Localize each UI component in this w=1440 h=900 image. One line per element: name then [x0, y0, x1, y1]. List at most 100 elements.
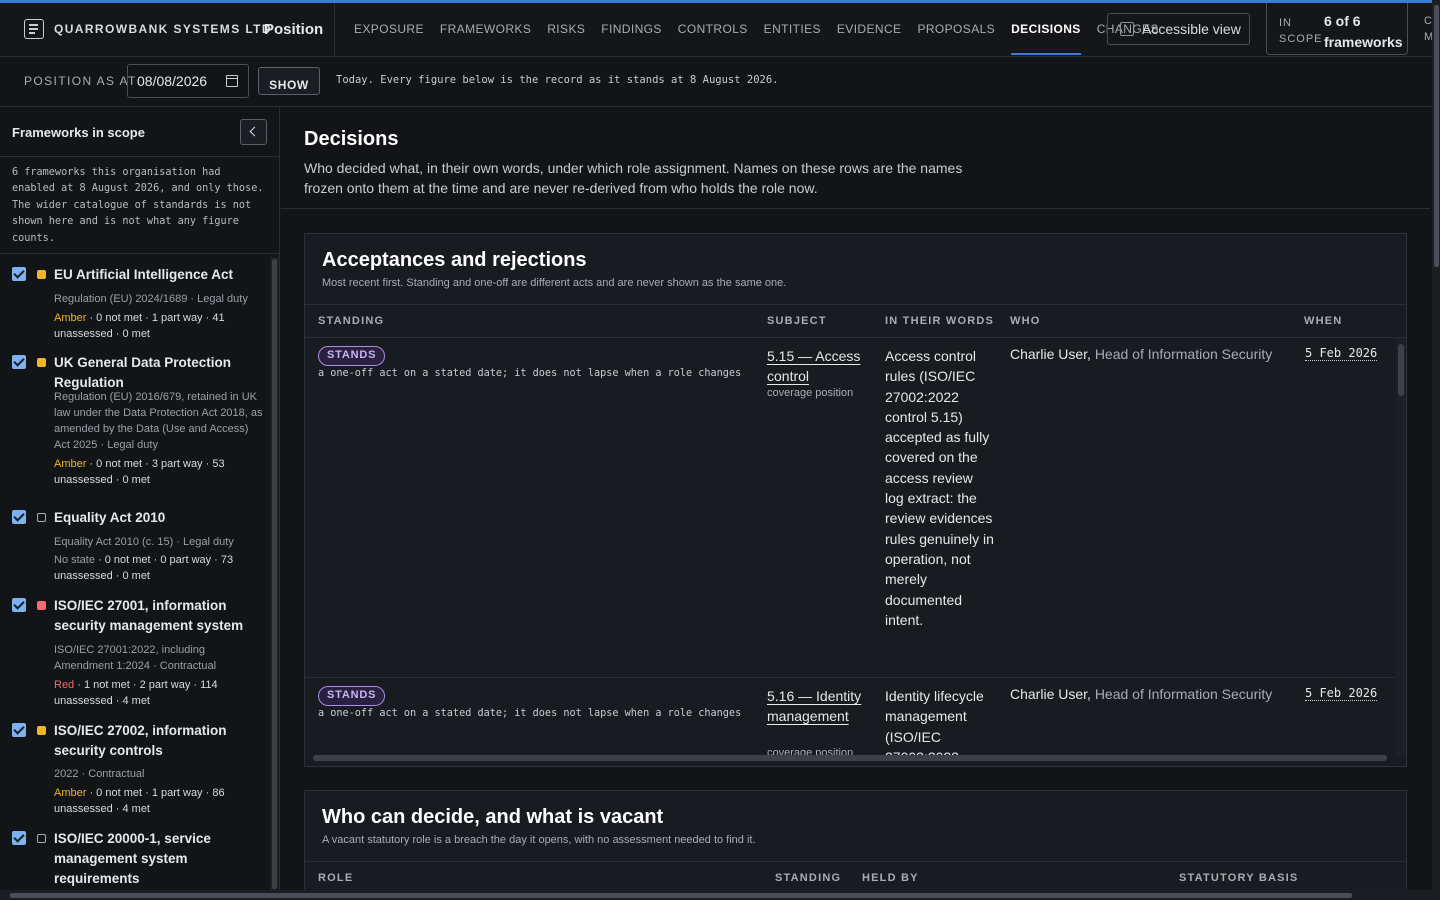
nav-evidence[interactable]: EVIDENCE [837, 3, 902, 57]
column-header: IN THEIR WORDS [885, 315, 995, 327]
decision-date[interactable]: 5 Feb 2026 [1305, 686, 1378, 701]
framework-name: Equality Act 2010 [54, 510, 166, 525]
table-horizontal-scrollbar[interactable] [313, 755, 1387, 761]
column-header: STANDING [775, 872, 842, 884]
column-header: SUBJECT [767, 315, 827, 327]
framework-name: ISO/IEC 27002, information security cont… [54, 723, 227, 758]
decider: Charlie User, Head of Information Securi… [1010, 346, 1273, 362]
table-scrollbar-thumb[interactable] [1398, 344, 1404, 396]
position-label: POSITION AS AT [24, 74, 137, 88]
subject-link[interactable]: 5.15 — Access control [767, 346, 867, 386]
page-scrollbar-thumb[interactable] [1434, 5, 1439, 267]
nav-controls[interactable]: CONTROLS [678, 3, 748, 57]
table-row: STANDS a one-off act on a stated date; i… [305, 677, 1395, 755]
decision-date[interactable]: 5 Feb 2026 [1305, 346, 1378, 361]
framework-checkbox[interactable] [12, 355, 26, 369]
table-row: STANDS a one-off act on a stated date; i… [305, 338, 1395, 677]
framework-sub: ISO/IEC 27001:2022, including Amendment … [54, 644, 217, 672]
column-header: ROLE [318, 872, 354, 884]
divider [334, 3, 335, 57]
table-body: STANDS a one-off act on a stated date; i… [305, 338, 1395, 755]
framework-stats: Amber · 0 not met · 1 part way · 41 unas… [54, 312, 225, 340]
column-header: HELD BY [862, 872, 919, 884]
accessible-view-checkbox[interactable] [1120, 22, 1134, 36]
nav-frameworks[interactable]: FRAMEWORKS [440, 3, 531, 57]
section-description: Who decided what, in their own words, un… [304, 160, 963, 196]
brand-name: QUARROWBANK SYSTEMS LTD [54, 22, 272, 36]
main-nav: EXPOSURE FRAMEWORKS RISKS FINDINGS CONTR… [354, 3, 1159, 57]
framework-sub: Regulation (EU) 2016/679, retained in UK… [54, 391, 263, 451]
nav-proposals[interactable]: PROPOSALS [917, 3, 995, 57]
status-square-icon [37, 601, 46, 610]
section-title: Decisions [304, 128, 399, 150]
nav-findings[interactable]: FINDINGS [601, 3, 662, 57]
document-icon [24, 19, 44, 39]
table-scrollbar[interactable] [1396, 338, 1406, 755]
nav-entities[interactable]: ENTITIES [764, 3, 821, 57]
accessible-view-label: Accessible view [1142, 21, 1241, 37]
position-bar: POSITION AS AT 08/08/2026 SHOW Today. Ev… [0, 57, 1432, 107]
panel-title: Who can decide, and what is vacant [322, 806, 664, 828]
framework-stats: Amber · 0 not met · 1 part way · 86 unas… [54, 787, 225, 815]
sidebar-scrollbar-thumb[interactable] [272, 259, 277, 889]
frameworks-sidebar: Frameworks in scope 6 frameworks this or… [0, 107, 280, 890]
subject-type: coverage position [767, 747, 854, 755]
roles-panel: Who can decide, and what is vacant A vac… [304, 790, 1407, 890]
scope-value: 6 of 6 frameworks [1324, 13, 1403, 50]
framework-stats: Red · 1 not met · 2 part way · 114 unass… [54, 679, 218, 707]
framework-checkbox[interactable] [12, 267, 26, 281]
decisions-header: Decisions Who decided what, in their own… [281, 107, 1430, 209]
sidebar-title: Frameworks in scope [12, 125, 145, 140]
status-square-icon [37, 726, 46, 735]
top-bar: QUARROWBANK SYSTEMS LTD Position EXPOSUR… [0, 3, 1433, 57]
framework-checkbox[interactable] [12, 510, 26, 524]
column-header: STANDING [318, 315, 385, 327]
status-square-icon [37, 513, 46, 522]
page-horizontal-scrollbar-thumb[interactable] [10, 893, 1352, 898]
position-date-input[interactable]: 08/08/2026 [127, 64, 249, 98]
panel-subtitle: Most recent first. Standing and one-off … [322, 277, 787, 289]
framework-list: EU Artificial Intelligence Act Regulatio… [0, 254, 270, 890]
framework-stats: Amber · 0 not met · 3 part way · 53 unas… [54, 458, 225, 486]
status-badge: STANDS [318, 686, 386, 706]
table-header: ROLE STANDING HELD BY STATUTORY BASIS [305, 861, 1406, 890]
brand[interactable]: QUARROWBANK SYSTEMS LTD [24, 19, 272, 39]
column-header: WHEN [1304, 315, 1343, 327]
table-header: STANDING SUBJECT IN THEIR WORDS WHO WHEN [305, 304, 1406, 338]
decision-words: Access control rules (ISO/IEC 27002:2022… [885, 348, 994, 628]
framework-sub: 2022 · Contractual [54, 768, 145, 780]
sidebar-note: 6 frameworks this organisation had enabl… [12, 167, 264, 244]
status-square-icon [37, 358, 46, 367]
page-title: Position [264, 21, 324, 38]
calendar-icon[interactable] [226, 75, 238, 87]
framework-name: ISO/IEC 20000-1, service management syst… [54, 831, 211, 886]
standing-note: a one-off act on a stated date; it does … [318, 368, 742, 379]
nav-decisions[interactable]: DECISIONS [1011, 3, 1081, 57]
status-badge: STANDS [318, 346, 386, 366]
subject-link[interactable]: 5.16 — Identity management [767, 686, 867, 726]
framework-name: UK General Data Protection Regulation [54, 355, 232, 390]
scope-label: IN SCOPE [1279, 17, 1323, 45]
scope-summary[interactable]: IN SCOPE 6 of 6 frameworks [1266, 3, 1408, 55]
standing-note: a one-off act on a stated date; it does … [318, 708, 742, 719]
panel-title: Acceptances and rejections [322, 249, 587, 271]
framework-sub: Regulation (EU) 2024/1689 · Legal duty [54, 293, 248, 305]
framework-checkbox[interactable] [12, 831, 26, 845]
nav-risks[interactable]: RISKS [547, 3, 585, 57]
status-square-icon [37, 834, 46, 843]
show-button[interactable]: SHOW [258, 67, 320, 95]
framework-checkbox[interactable] [12, 598, 26, 612]
framework-name: ISO/IEC 27001, information security mana… [54, 598, 244, 633]
position-note: Today. Every figure below is the record … [336, 74, 779, 86]
collapse-sidebar-button[interactable] [240, 119, 267, 145]
accessible-view-toggle[interactable]: Accessible view [1107, 13, 1250, 45]
acceptances-panel: Acceptances and rejections Most recent f… [304, 233, 1407, 767]
position-date-value: 08/08/2026 [137, 73, 208, 89]
panel-subtitle: A vacant statutory role is a breach the … [322, 834, 756, 846]
framework-name: EU Artificial Intelligence Act [54, 267, 234, 282]
decider: Charlie User, Head of Information Securi… [1010, 686, 1273, 702]
sidebar-header: Frameworks in scope [0, 107, 279, 157]
framework-checkbox[interactable] [12, 723, 26, 737]
nav-exposure[interactable]: EXPOSURE [354, 3, 424, 57]
decision-words: Identity lifecycle management (ISO/IEC 2… [885, 688, 984, 755]
